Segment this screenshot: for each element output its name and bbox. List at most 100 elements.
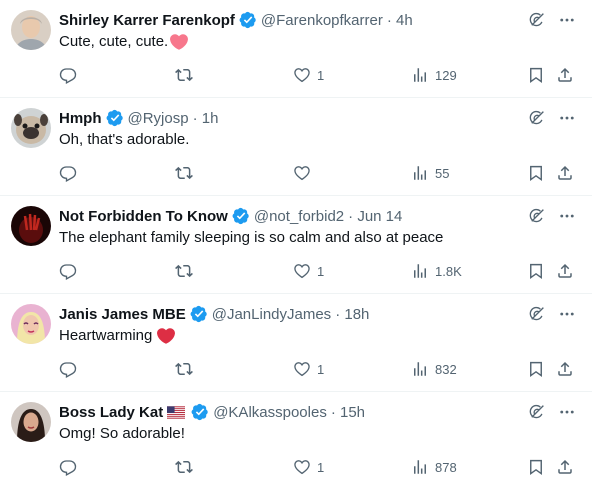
bookmark-button[interactable]: [527, 262, 545, 280]
views-icon: [411, 164, 429, 182]
share-icon: [556, 262, 574, 280]
action-bar: 1 1.8K: [59, 262, 582, 282]
bookmark-button[interactable]: [527, 164, 545, 182]
grok-icon[interactable]: [528, 305, 546, 323]
bookmark-icon: [527, 360, 545, 378]
display-name[interactable]: Shirley Karrer Farenkopf: [59, 12, 235, 29]
share-icon: [556, 360, 574, 378]
reply-button[interactable]: [59, 164, 77, 182]
tweet-header: Hmph @Ryjosp · 1h: [59, 107, 522, 129]
like-icon: [293, 360, 311, 378]
views-button[interactable]: 129: [411, 66, 457, 84]
timestamp[interactable]: · 4h: [387, 12, 413, 29]
share-icon: [556, 458, 574, 476]
bookmark-button[interactable]: [527, 458, 545, 476]
action-bar: 1 878: [59, 458, 582, 478]
retweet-icon: [175, 360, 193, 378]
display-name[interactable]: Janis James MBE: [59, 306, 186, 323]
reply-button[interactable]: [59, 262, 77, 280]
tweet[interactable]: Boss Lady Kat @KAlkasspooles · 15h Omg! …: [0, 392, 592, 492]
bookmark-button[interactable]: [527, 360, 545, 378]
timestamp[interactable]: · 15h: [331, 404, 365, 421]
handle[interactable]: @Ryjosp: [128, 110, 189, 127]
reply-button[interactable]: [59, 360, 77, 378]
share-button[interactable]: [556, 360, 574, 378]
avatar[interactable]: [11, 402, 51, 442]
views-button[interactable]: 55: [411, 164, 449, 182]
display-name[interactable]: Boss Lady Kat: [59, 404, 163, 421]
avatar[interactable]: [11, 10, 51, 50]
tweet[interactable]: Not Forbidden To Know @not_forbid2 · Jun…: [0, 196, 592, 294]
reply-icon: [59, 360, 77, 378]
views-icon: [411, 360, 429, 378]
grok-icon[interactable]: [528, 11, 546, 29]
display-name[interactable]: Hmph: [59, 110, 102, 127]
share-button[interactable]: [556, 66, 574, 84]
retweet-button[interactable]: [175, 458, 193, 476]
tweet-text: The elephant family sleeping is so calm …: [59, 229, 572, 246]
share-button[interactable]: [556, 164, 574, 182]
view-count: 55: [435, 165, 450, 181]
like-count: 1: [317, 361, 325, 377]
view-count: 878: [435, 459, 457, 475]
reply-icon: [59, 262, 77, 280]
views-icon: [411, 262, 429, 280]
bookmark-icon: [527, 262, 545, 280]
reply-button[interactable]: [59, 66, 77, 84]
views-icon: [411, 458, 429, 476]
timestamp[interactable]: · 18h: [335, 306, 369, 323]
handle[interactable]: @KAlkasspooles: [213, 404, 327, 421]
like-icon: [293, 66, 311, 84]
share-icon: [556, 66, 574, 84]
views-icon: [411, 66, 429, 84]
bookmark-button[interactable]: [527, 66, 545, 84]
retweet-button[interactable]: [175, 360, 193, 378]
grok-icon[interactable]: [528, 207, 546, 225]
reply-button[interactable]: [59, 458, 77, 476]
action-bar: 55: [59, 164, 582, 184]
like-count: 1: [317, 67, 325, 83]
handle[interactable]: @not_forbid2: [254, 208, 344, 225]
retweet-icon: [175, 164, 193, 182]
verified-badge-icon: [232, 207, 250, 225]
grok-icon[interactable]: [528, 403, 546, 421]
more-icon[interactable]: [558, 207, 576, 225]
tweet[interactable]: Shirley Karrer Farenkopf @Farenkopfkarre…: [0, 0, 592, 98]
more-icon[interactable]: [558, 403, 576, 421]
views-button[interactable]: 1.8K: [411, 262, 462, 280]
more-icon[interactable]: [558, 109, 576, 127]
retweet-button[interactable]: [175, 164, 193, 182]
tweet[interactable]: Janis James MBE @JanLindyJames · 18h Hea…: [0, 294, 592, 392]
like-button[interactable]: [293, 164, 311, 182]
reply-icon: [59, 66, 77, 84]
tweet-header: Boss Lady Kat @KAlkasspooles · 15h: [59, 401, 522, 423]
like-button[interactable]: 1: [293, 458, 324, 476]
bookmark-icon: [527, 164, 545, 182]
like-button[interactable]: 1: [293, 360, 324, 378]
like-icon: [293, 262, 311, 280]
like-button[interactable]: 1: [293, 262, 324, 280]
tweet-body: Heartwarming: [59, 327, 153, 344]
like-button[interactable]: 1: [293, 66, 324, 84]
avatar[interactable]: [11, 108, 51, 148]
grok-icon[interactable]: [528, 109, 546, 127]
avatar[interactable]: [11, 304, 51, 344]
more-icon[interactable]: [558, 11, 576, 29]
timestamp[interactable]: · Jun 14: [348, 208, 402, 225]
tweet-header: Shirley Karrer Farenkopf @Farenkopfkarre…: [59, 9, 522, 31]
handle[interactable]: @Farenkopfkarrer: [261, 12, 383, 29]
avatar[interactable]: [11, 206, 51, 246]
share-button[interactable]: [556, 262, 574, 280]
tweet[interactable]: Hmph @Ryjosp · 1h Oh, that's adorable. 5…: [0, 98, 592, 196]
display-name[interactable]: Not Forbidden To Know: [59, 208, 228, 225]
retweet-button[interactable]: [175, 66, 193, 84]
views-button[interactable]: 832: [411, 360, 457, 378]
timestamp[interactable]: · 1h: [193, 110, 219, 127]
views-button[interactable]: 878: [411, 458, 457, 476]
retweet-button[interactable]: [175, 262, 193, 280]
more-icon[interactable]: [558, 305, 576, 323]
view-count: 832: [435, 361, 457, 377]
share-button[interactable]: [556, 458, 574, 476]
handle[interactable]: @JanLindyJames: [212, 306, 331, 323]
retweet-icon: [175, 262, 193, 280]
